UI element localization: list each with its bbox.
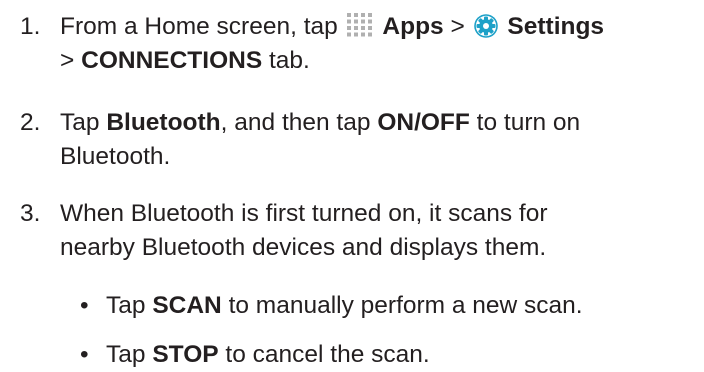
bullet-rest: to manually perform a new scan. bbox=[228, 292, 583, 319]
on-off-label: ON/OFF bbox=[377, 109, 470, 136]
tap-word: Tap bbox=[106, 292, 146, 319]
apps-grid-icon bbox=[346, 12, 374, 38]
step-number: 1. bbox=[20, 13, 41, 40]
tab-word: tab. bbox=[268, 47, 310, 74]
step-2-middle: , and then tap bbox=[220, 109, 371, 136]
bullet-text: Tap STOP to cancel the scan. bbox=[106, 338, 430, 372]
step-2-end: to turn on bbox=[476, 109, 581, 136]
separator: > bbox=[450, 13, 465, 40]
connections-label: CONNECTIONS bbox=[81, 47, 263, 74]
step-text: When Bluetooth is first turned on, it sc… bbox=[60, 197, 704, 265]
step-2-line-1: Tap Bluetooth, and then tap ON/OFF to tu… bbox=[60, 106, 704, 140]
tap-word: Tap bbox=[60, 109, 100, 136]
step-text: From a Home screen, tap Apps > Settings … bbox=[60, 10, 704, 78]
bullet-dot: • bbox=[80, 292, 89, 319]
step-number: 3. bbox=[20, 200, 41, 227]
tap-word: Tap bbox=[106, 341, 146, 368]
instruction-document: 1. From a Home screen, tap Apps > Settin… bbox=[0, 0, 704, 370]
step-1-line-1: From a Home screen, tap Apps > Settings bbox=[60, 10, 704, 44]
step-text: Tap Bluetooth, and then tap ON/OFF to tu… bbox=[60, 106, 704, 174]
step-number: 2. bbox=[20, 109, 41, 136]
apps-label: Apps bbox=[382, 13, 444, 40]
step-3-line-1: When Bluetooth is first turned on, it sc… bbox=[60, 200, 548, 227]
bullet-dot: • bbox=[80, 341, 89, 368]
scan-label: SCAN bbox=[152, 292, 222, 319]
stop-label: STOP bbox=[152, 341, 219, 368]
bullet-rest: to cancel the scan. bbox=[225, 341, 430, 368]
step-1-line-2: > CONNECTIONS tab. bbox=[60, 44, 704, 78]
step-3-line-2: nearby Bluetooth devices and displays th… bbox=[60, 234, 547, 261]
settings-gear-icon bbox=[473, 13, 499, 39]
settings-label: Settings bbox=[507, 13, 605, 40]
step-1-intro: From a Home screen, tap bbox=[60, 13, 338, 40]
bluetooth-label: Bluetooth bbox=[106, 109, 221, 136]
separator: > bbox=[60, 47, 75, 74]
bullet-text: Tap SCAN to manually perform a new scan. bbox=[106, 289, 583, 323]
step-2-line-2: Bluetooth. bbox=[60, 143, 171, 170]
